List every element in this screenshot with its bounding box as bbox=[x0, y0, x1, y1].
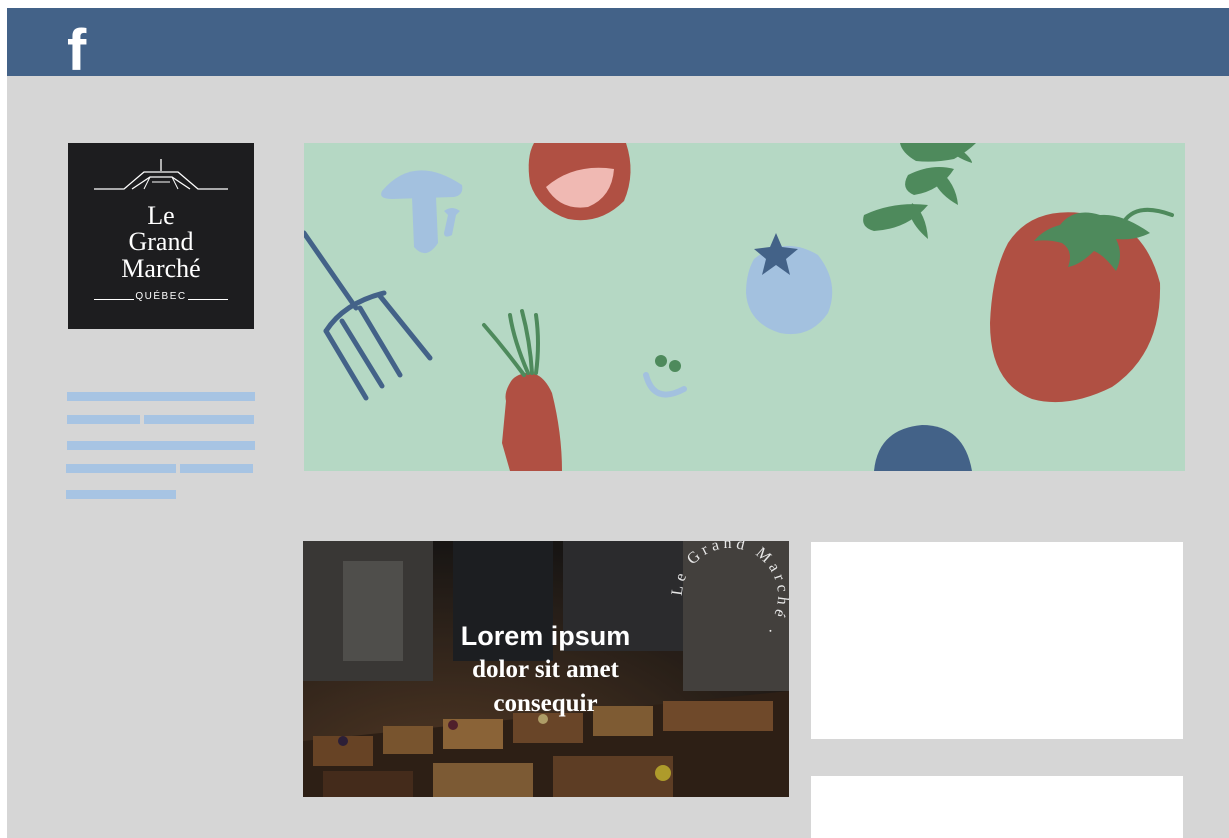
placeholder-text-line bbox=[180, 464, 253, 473]
logo-rule-right bbox=[188, 299, 228, 300]
placeholder-text-line bbox=[144, 415, 254, 424]
placeholder-text-line bbox=[67, 441, 255, 450]
post-line-2: dolor sit amet bbox=[472, 656, 619, 683]
placeholder-text-line bbox=[67, 415, 140, 424]
market-hall-icon bbox=[94, 159, 228, 190]
produce-illustration bbox=[304, 143, 1174, 471]
mushroom-icon bbox=[381, 170, 463, 254]
content-card[interactable] bbox=[811, 542, 1183, 739]
logo-word-le: Le bbox=[147, 201, 175, 230]
leaf-sprig-icon bbox=[863, 143, 976, 239]
featured-post-image[interactable]: Le Grand Marché · Lorem ipsum dolor sit … bbox=[303, 541, 789, 797]
strawberry-icon bbox=[990, 207, 1174, 403]
tomato-icon bbox=[528, 143, 631, 221]
top-bar: f bbox=[7, 8, 1229, 76]
placeholder-text-line bbox=[67, 392, 255, 401]
pitchfork-icon bbox=[304, 230, 433, 401]
logo-word-grand: Grand bbox=[128, 227, 194, 256]
logo-subtitle: QUÉBEC bbox=[135, 291, 187, 302]
profile-logo[interactable]: Le Grand Marché QUÉBEC bbox=[68, 143, 254, 329]
content-card[interactable] bbox=[811, 776, 1183, 838]
blueberry-icon bbox=[746, 233, 833, 335]
smiley-icon bbox=[643, 355, 687, 398]
facebook-icon[interactable]: f bbox=[67, 26, 97, 76]
cover-banner bbox=[304, 143, 1185, 471]
post-line-3: consequir bbox=[493, 690, 598, 717]
post-headline: Lorem ipsum dolor sit amet consequir bbox=[398, 619, 693, 721]
placeholder-text-line bbox=[66, 490, 176, 499]
post-line-1: Lorem ipsum bbox=[460, 621, 631, 651]
logo-word-marche: Marché bbox=[121, 254, 201, 283]
page-frame: f Le Grand Marché QUÉBEC Le Grand Marché… bbox=[7, 8, 1229, 838]
carrot-icon bbox=[482, 309, 562, 471]
navy-blob-icon bbox=[874, 425, 972, 471]
placeholder-text-line bbox=[66, 464, 176, 473]
